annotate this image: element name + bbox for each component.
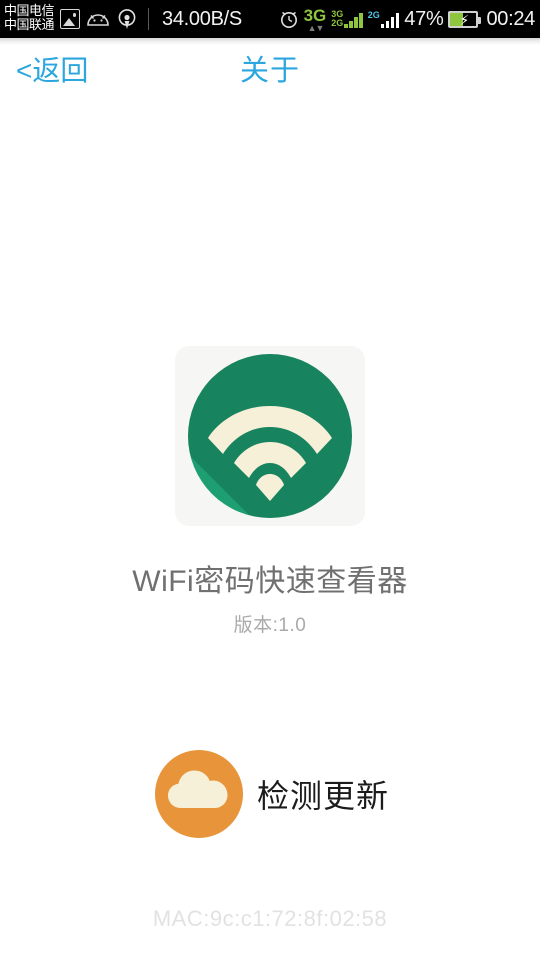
- network-speed: 34.00B/S: [162, 7, 242, 30]
- check-update-button[interactable]: 检测更新: [155, 750, 389, 838]
- check-update-label: 检测更新: [257, 778, 390, 814]
- app-name: WiFi密码快速查看器: [132, 565, 408, 598]
- status-bar: 中国电信 中国联通 34.00B/S 3G ▲▼ 3G 2G 2G 47% ⚡ …: [0, 0, 540, 38]
- alarm-clock-icon: [279, 9, 299, 29]
- android-robot-icon: [86, 12, 110, 26]
- sim1-signal-bars: [344, 11, 363, 28]
- page-title: 关于: [239, 55, 300, 87]
- sim1-network-labels: 3G 2G: [331, 10, 343, 28]
- mac-address: MAC:9c:c1:72:8f:02:58: [152, 906, 388, 931]
- carrier-line-1: 中国电信: [4, 4, 55, 19]
- sim1-signal: 3G 2G: [331, 10, 363, 28]
- battery-percent: 47%: [404, 7, 444, 30]
- cloud-icon: [155, 750, 243, 838]
- status-divider: [148, 8, 150, 30]
- wifi-signal-glyph: [208, 406, 332, 501]
- carrier-names: 中国电信 中国联通: [4, 4, 55, 33]
- sim2-label: 2G: [367, 9, 380, 20]
- about-screen: WiFi密码快速查看器 版本:1.0 检测更新 MAC:9c:c1:72:8f:…: [0, 98, 540, 960]
- gallery-icon: [60, 9, 81, 29]
- clock: 00:24: [486, 7, 535, 30]
- status-bar-left: 中国电信 中国联通 34.00B/S: [0, 5, 242, 33]
- carrier-line-2: 中国联通: [4, 18, 55, 33]
- sim1-label-bottom: 2G: [331, 18, 344, 28]
- gps-icon: [116, 8, 138, 30]
- app-version: 版本:1.0: [233, 615, 307, 636]
- data-transfer-arrows: ▲▼: [307, 23, 325, 33]
- app-header: <返回 关于: [0, 38, 540, 98]
- wifi-app-icon: [175, 346, 365, 526]
- sim2-signal-bars: [380, 11, 400, 28]
- battery-bolt-icon: ⚡: [459, 11, 470, 28]
- network-type-indicator: 3G ▲▼: [304, 7, 327, 33]
- sim2-signal: 2G: [367, 9, 400, 28]
- battery-icon: ⚡: [448, 10, 482, 28]
- status-bar-right: 3G ▲▼ 3G 2G 2G 47% ⚡ 00:24: [279, 7, 540, 33]
